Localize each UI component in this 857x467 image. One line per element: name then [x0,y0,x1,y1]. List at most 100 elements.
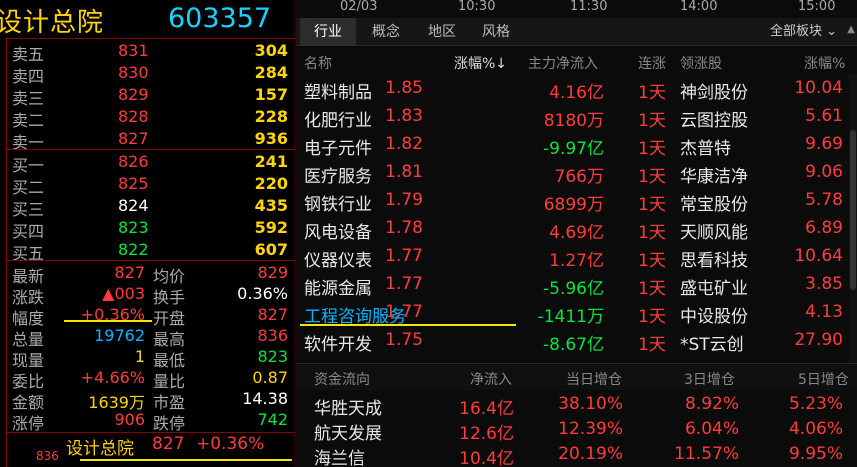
sector-change-pct: 1.79 [385,190,423,210]
flow-value: 8180 [543,111,587,131]
order-row-ask[interactable]: 卖四 830 284 [10,62,292,86]
order-row-ask[interactable]: 卖二 828 228 [10,106,292,130]
ticker-price: 827 [152,434,185,454]
quote-label: 跌停 [153,414,186,433]
sector-row[interactable]: 风电设备 1.78 4.69亿 1天 天顺风能 6.89 [296,216,857,244]
sector-consecutive-days: 1天 [638,139,666,159]
flow-unit: 亿 [587,279,604,299]
tab-region[interactable]: 地区 [414,18,470,46]
scroll-up-icon[interactable]: ▲ [847,24,855,35]
sector-main-flow: -5.96亿 [543,274,604,299]
sector-leader-pct: 27.90 [794,330,843,350]
sector-change-pct: 1.75 [385,330,423,350]
flow-unit: 万 [587,167,604,187]
order-row-ask[interactable]: 卖三 829 157 [10,84,292,108]
fund-row[interactable]: 华胜天成 16.4亿 38.10% 8.92% 5.23% [296,392,857,419]
sector-consecutive-days: 1天 [638,111,666,131]
ticker-stock-name: 设计总院 [66,439,134,459]
sector-leader: *ST云创 [680,335,744,355]
sector-consecutive-days: 1天 [638,307,666,327]
col-fund-flow[interactable]: 净流入 [470,369,512,389]
fund-row[interactable]: 海兰信 10.4亿 20.19% 11.57% 9.95% [296,442,857,467]
tab-concept[interactable]: 概念 [358,18,414,46]
sector-change-pct: 1.77 [385,274,423,294]
highlight-underline [300,324,516,326]
col-leader-pct[interactable]: 涨幅% [804,53,845,73]
order-row-ask[interactable]: 卖一 827 936 [10,128,292,152]
col-fund-name[interactable]: 资金流向 [314,369,370,389]
ticker-change: +0.36% [196,434,265,454]
sector-name: 医疗服务 [304,167,372,187]
sector-change-pct: 1.82 [385,134,423,154]
tab-industry[interactable]: 行业 [300,18,356,46]
sector-leader: 云图控股 [680,111,748,131]
fund-day-increase: 12.39% [558,419,623,439]
quote-value: 1 [134,347,145,366]
scrollbar-thumb[interactable] [850,130,856,290]
sector-name: 能源金属 [304,279,372,299]
sector-row[interactable]: 医疗服务 1.81 766万 1天 华康洁净 9.06 [296,160,857,188]
order-price: 828 [118,107,149,126]
col-main-flow[interactable]: 主力净流入 [528,53,598,73]
order-row-bid[interactable]: 买二 825 220 [10,173,292,197]
quote-row: 最新 827 均价 829 [10,262,292,286]
col-fund-d5[interactable]: 5日增仓 [798,369,849,389]
col-name[interactable]: 名称 [304,53,332,73]
fund-5day-increase: 5.23% [788,394,843,414]
sector-main-flow: 4.16亿 [549,78,604,103]
fund-row[interactable]: 航天发展 12.6亿 12.39% 6.04% 4.06% [296,417,857,444]
highlight-underline [80,459,292,461]
order-price: 826 [118,152,149,171]
stock-quote-panel: 设计总院 603357 卖五 831 304 卖四 830 284 卖三 829 157 卖二 82… [0,0,295,467]
sector-change-pct: 1.83 [385,106,423,126]
sector-row[interactable]: 塑料制品 1.85 4.16亿 1天 神剑股份 10.04 [296,76,857,104]
col-pct-sorted[interactable]: 涨幅%↓ [454,53,507,73]
flow-value: 4.69 [549,223,587,243]
sector-consecutive-days: 1天 [638,223,666,243]
bottom-ticker[interactable]: 836 设计总院 827 +0.36% [0,432,295,467]
sector-row[interactable]: 仪器仪表 1.77 1.27亿 1天 思看科技 10.64 [296,244,857,272]
sector-row[interactable]: 化肥行业 1.83 8180万 1天 云图控股 5.61 [296,104,857,132]
sector-consecutive-days: 1天 [638,83,666,103]
col-leader[interactable]: 领涨股 [680,53,722,73]
sector-name: 化肥行业 [304,111,372,131]
sector-name: 电子元件 [304,139,372,159]
sector-leader: 神剑股份 [680,83,748,103]
order-row-ask[interactable]: 卖五 831 304 [10,40,292,64]
order-row-bid[interactable]: 买一 826 241 [10,151,292,175]
sector-row[interactable]: 能源金属 1.77 -5.96亿 1天 盛屯矿业 3.85 [296,272,857,300]
order-price: 825 [118,174,149,193]
scrollbar[interactable] [849,74,857,364]
quote-value: 823 [257,347,288,366]
order-price: 829 [118,85,149,104]
divider [6,260,295,261]
sector-row[interactable]: 软件开发 1.75 -8.67亿 1天 *ST云创 27.90 [296,328,857,356]
sector-leader-pct: 6.89 [805,218,843,238]
order-volume: 284 [254,63,288,82]
sector-row[interactable]: 电子元件 1.82 -9.97亿 1天 杰普特 9.69 [296,132,857,160]
flow-unit: 万 [587,195,604,215]
sector-row[interactable]: 钢铁行业 1.79 6899万 1天 常宝股份 5.78 [296,188,857,216]
flow-value: 4.16 [549,83,587,103]
time-label: 02/03 [340,0,378,14]
chevron-down-icon: ⌄ [826,24,837,39]
sector-name: 风电设备 [304,223,372,243]
sector-name: 塑料制品 [304,83,372,103]
order-price: 822 [118,240,149,259]
time-label: 15:00 [798,0,836,14]
col-consecutive[interactable]: 连涨 [638,53,666,73]
fund-stock-name: 海兰信 [314,449,365,467]
sector-leader-pct: 3.85 [805,274,843,294]
order-price: 824 [118,196,149,215]
col-fund-d3[interactable]: 3日增仓 [684,369,735,389]
flow-unit: 亿 [587,139,604,159]
fund-net-inflow: 16.4亿 [459,399,514,419]
stock-code: 603357 [168,3,272,34]
tab-style[interactable]: 风格 [468,18,524,46]
order-row-bid[interactable]: 买五 822 607 [10,239,292,263]
order-row-bid[interactable]: 买四 823 592 [10,217,292,241]
all-boards-dropdown[interactable]: 全部板块 ⌄ [770,18,837,46]
quote-value: 0.87 [252,368,288,387]
col-fund-d1[interactable]: 当日增仓 [566,369,622,389]
order-row-bid[interactable]: 买三 824 435 [10,195,292,219]
